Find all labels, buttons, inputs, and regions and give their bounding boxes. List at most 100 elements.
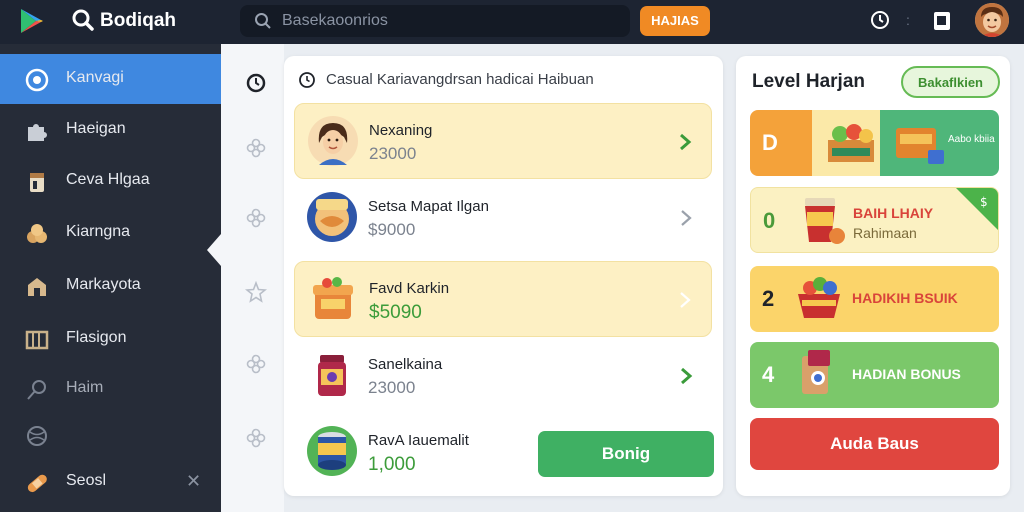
offers-title: Casual Kariavangdrsan hadicai Haibuan — [326, 71, 594, 88]
timer-icon[interactable] — [245, 72, 267, 94]
flower-icon[interactable] — [245, 353, 267, 375]
corner-ribbon-icon: $ — [956, 188, 998, 230]
flower-icon[interactable] — [245, 427, 267, 449]
toolbox-icon — [896, 128, 944, 164]
clipboard-icon — [30, 173, 44, 192]
close-icon[interactable]: ✕ — [186, 471, 201, 492]
jar-icon — [318, 355, 346, 396]
top-bar: Bodiqah HAJIAS : — [0, 0, 1024, 44]
chevron-right-icon[interactable] — [677, 289, 693, 311]
sidebar-item-label: Haim — [66, 379, 104, 396]
card-title: HADIAN BONUS — [852, 366, 961, 382]
sidebar-item-flasigon[interactable]: Flasigon — [0, 314, 221, 364]
list-item[interactable]: RavA Iauemalit 1,000 Bonig — [294, 414, 714, 490]
sidebar-item-label: Ceva Hlgaa — [66, 171, 150, 188]
item-name: Nexaning — [369, 122, 433, 139]
search-input[interactable] — [282, 5, 612, 37]
sidebar-item-label: Flasigon — [66, 329, 127, 346]
sidebar-item-label: Kanvagi — [66, 69, 124, 86]
girl-avatar-icon — [308, 116, 358, 166]
list-item[interactable]: Favd Karkin $5090 — [294, 261, 712, 337]
item-name: Sanelkaina — [368, 356, 443, 373]
header-action-button[interactable]: HAJIAS — [640, 6, 710, 36]
reward-card[interactable]: 0 BAIH LHAIY Rahimaan $ — [750, 187, 999, 253]
sidebar-item-ball[interactable] — [0, 410, 221, 460]
level-panel: Level Harjan Bakaflkien D Aabo kbiia 0 B… — [736, 56, 1010, 496]
reward-card[interactable]: D Aabo kbiia — [750, 110, 999, 176]
reward-card[interactable]: 4 HADIAN BONUS — [750, 342, 999, 408]
card-title: BAIH LHAIY — [853, 205, 934, 221]
item-price: 23000 — [369, 144, 417, 163]
snack-badge-icon — [307, 192, 357, 242]
sidebar-item-kiarngna[interactable]: Kiarngna — [0, 208, 221, 258]
ball-icon — [27, 426, 47, 446]
compass-icon — [25, 68, 49, 92]
svg-text:$: $ — [980, 195, 988, 209]
item-name: Favd Karkin — [369, 280, 450, 297]
search-icon — [255, 13, 271, 29]
gift-basket-icon — [798, 277, 840, 318]
coins-icon — [27, 224, 47, 243]
flower-icon[interactable] — [245, 137, 267, 159]
film-icon — [25, 330, 49, 350]
sidebar-item-label: Kiarngna — [66, 223, 131, 240]
list-item[interactable]: Setsa Mapat Ilgan $9000 — [294, 180, 712, 256]
brand-name: Bodiqah — [100, 10, 176, 31]
chevron-right-icon[interactable] — [677, 131, 693, 153]
treasure-box-icon — [313, 277, 353, 319]
avatar-face-icon — [975, 3, 1009, 37]
sidebar-item-haeigan[interactable]: Haeigan — [0, 105, 221, 155]
item-price: $5090 — [369, 302, 422, 323]
separator-dot: : — [906, 12, 910, 28]
bonus-button[interactable]: Auda Baus — [750, 418, 999, 470]
level-action-button[interactable]: Bakaflkien — [901, 66, 1000, 98]
level-title: Level Harjan — [752, 71, 865, 92]
bandage-icon — [27, 474, 47, 493]
offers-header: Casual Kariavangdrsan hadicai Haibuan — [298, 69, 708, 91]
sidebar: Kanvagi Haeigan Ceva Hlgaa Kiarngna Mark… — [0, 44, 221, 512]
search-bar[interactable] — [240, 5, 630, 37]
card-number: 4 — [762, 362, 775, 387]
card-number: 0 — [763, 208, 776, 233]
star-icon[interactable] — [245, 281, 267, 303]
item-price: $9000 — [368, 220, 416, 239]
sidebar-item-label: Seosl — [66, 472, 107, 489]
puzzle-icon — [28, 124, 47, 141]
claim-button[interactable]: Bonig — [538, 431, 714, 477]
card-title: HADIKIH BSUIK — [852, 290, 958, 306]
card-subtitle: Aabo kbiia — [948, 134, 995, 145]
reward-card[interactable]: 2 HADIKIH BSUIK — [750, 266, 999, 332]
sidebar-item-label: Haeigan — [66, 120, 126, 137]
card-number: 2 — [762, 286, 775, 311]
bread-crate-icon — [828, 124, 874, 162]
clock-icon — [299, 72, 315, 88]
user-avatar[interactable] — [975, 3, 1009, 37]
store-icon — [28, 278, 46, 296]
icon-rail — [221, 44, 284, 512]
sidebar-item-seosl[interactable]: Seosl ✕ — [0, 457, 221, 507]
item-name: Setsa Mapat Ilgan — [368, 198, 489, 215]
document-icon[interactable] — [932, 10, 952, 32]
offers-panel: Casual Kariavangdrsan hadicai Haibuan Ne… — [284, 56, 723, 496]
sidebar-item-haim[interactable]: Haim — [0, 364, 221, 414]
magnifier-icon — [27, 380, 46, 400]
search-brand-icon — [72, 9, 94, 31]
item-price: 23000 — [368, 378, 416, 397]
drink-cup-icon — [805, 198, 845, 244]
sidebar-item-markayota[interactable]: Markayota — [0, 261, 221, 311]
chevron-right-icon[interactable] — [678, 365, 694, 387]
sidebar-item-ceva-hlgaa[interactable]: Ceva Hlgaa — [0, 156, 221, 206]
play-store-logo-icon[interactable] — [16, 6, 46, 36]
active-pointer — [207, 234, 221, 266]
chevron-right-icon[interactable] — [678, 207, 694, 229]
card-number: D — [762, 130, 778, 155]
clock-icon[interactable] — [870, 10, 890, 30]
item-price: 1,000 — [368, 454, 416, 475]
sidebar-item-label: Markayota — [66, 276, 141, 293]
list-item[interactable]: Sanelkaina 23000 — [294, 338, 712, 414]
sidebar-item-kanvagi[interactable]: Kanvagi — [0, 54, 221, 104]
item-name: RavA Iauemalit — [368, 432, 469, 449]
flower-icon[interactable] — [245, 207, 267, 229]
can-icon — [307, 426, 357, 476]
list-item[interactable]: Nexaning 23000 — [294, 103, 712, 179]
